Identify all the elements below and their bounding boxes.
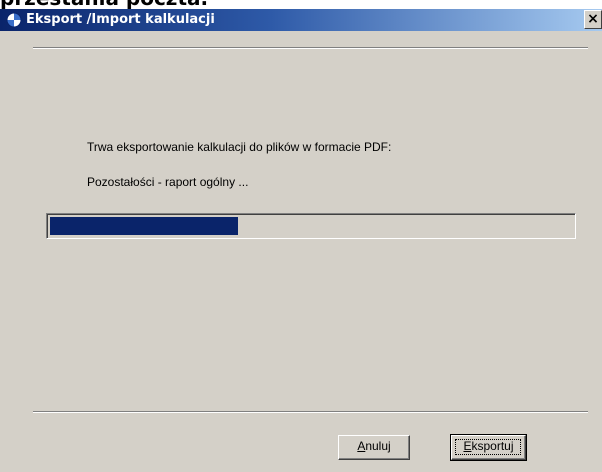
- cancel-button[interactable]: Anuluj: [338, 435, 410, 460]
- progress-bar: [46, 213, 576, 239]
- background-window-text: przestania poczta.: [0, 0, 208, 9]
- bottom-separator: [33, 411, 588, 413]
- export-button-label: ksportuj: [471, 439, 514, 453]
- export-button[interactable]: Eksportuj: [450, 434, 527, 461]
- app-logo-icon: [6, 12, 22, 28]
- close-icon: ×: [587, 11, 599, 27]
- top-separator: [33, 47, 588, 49]
- window-title: Eksport /Import kalkulacji: [26, 12, 215, 27]
- current-item-label: Pozostałości - raport ogólny ...: [87, 175, 249, 189]
- dialog-window: Eksport /Import kalkulacji × Trwa ekspor…: [0, 9, 602, 472]
- title-bar[interactable]: Eksport /Import kalkulacji ×: [0, 9, 602, 31]
- cancel-button-label: nuluj: [365, 439, 391, 453]
- status-message: Trwa eksportowanie kalkulacji do plików …: [87, 140, 392, 154]
- close-button[interactable]: ×: [584, 10, 602, 29]
- progress-bar-fill: [50, 217, 238, 235]
